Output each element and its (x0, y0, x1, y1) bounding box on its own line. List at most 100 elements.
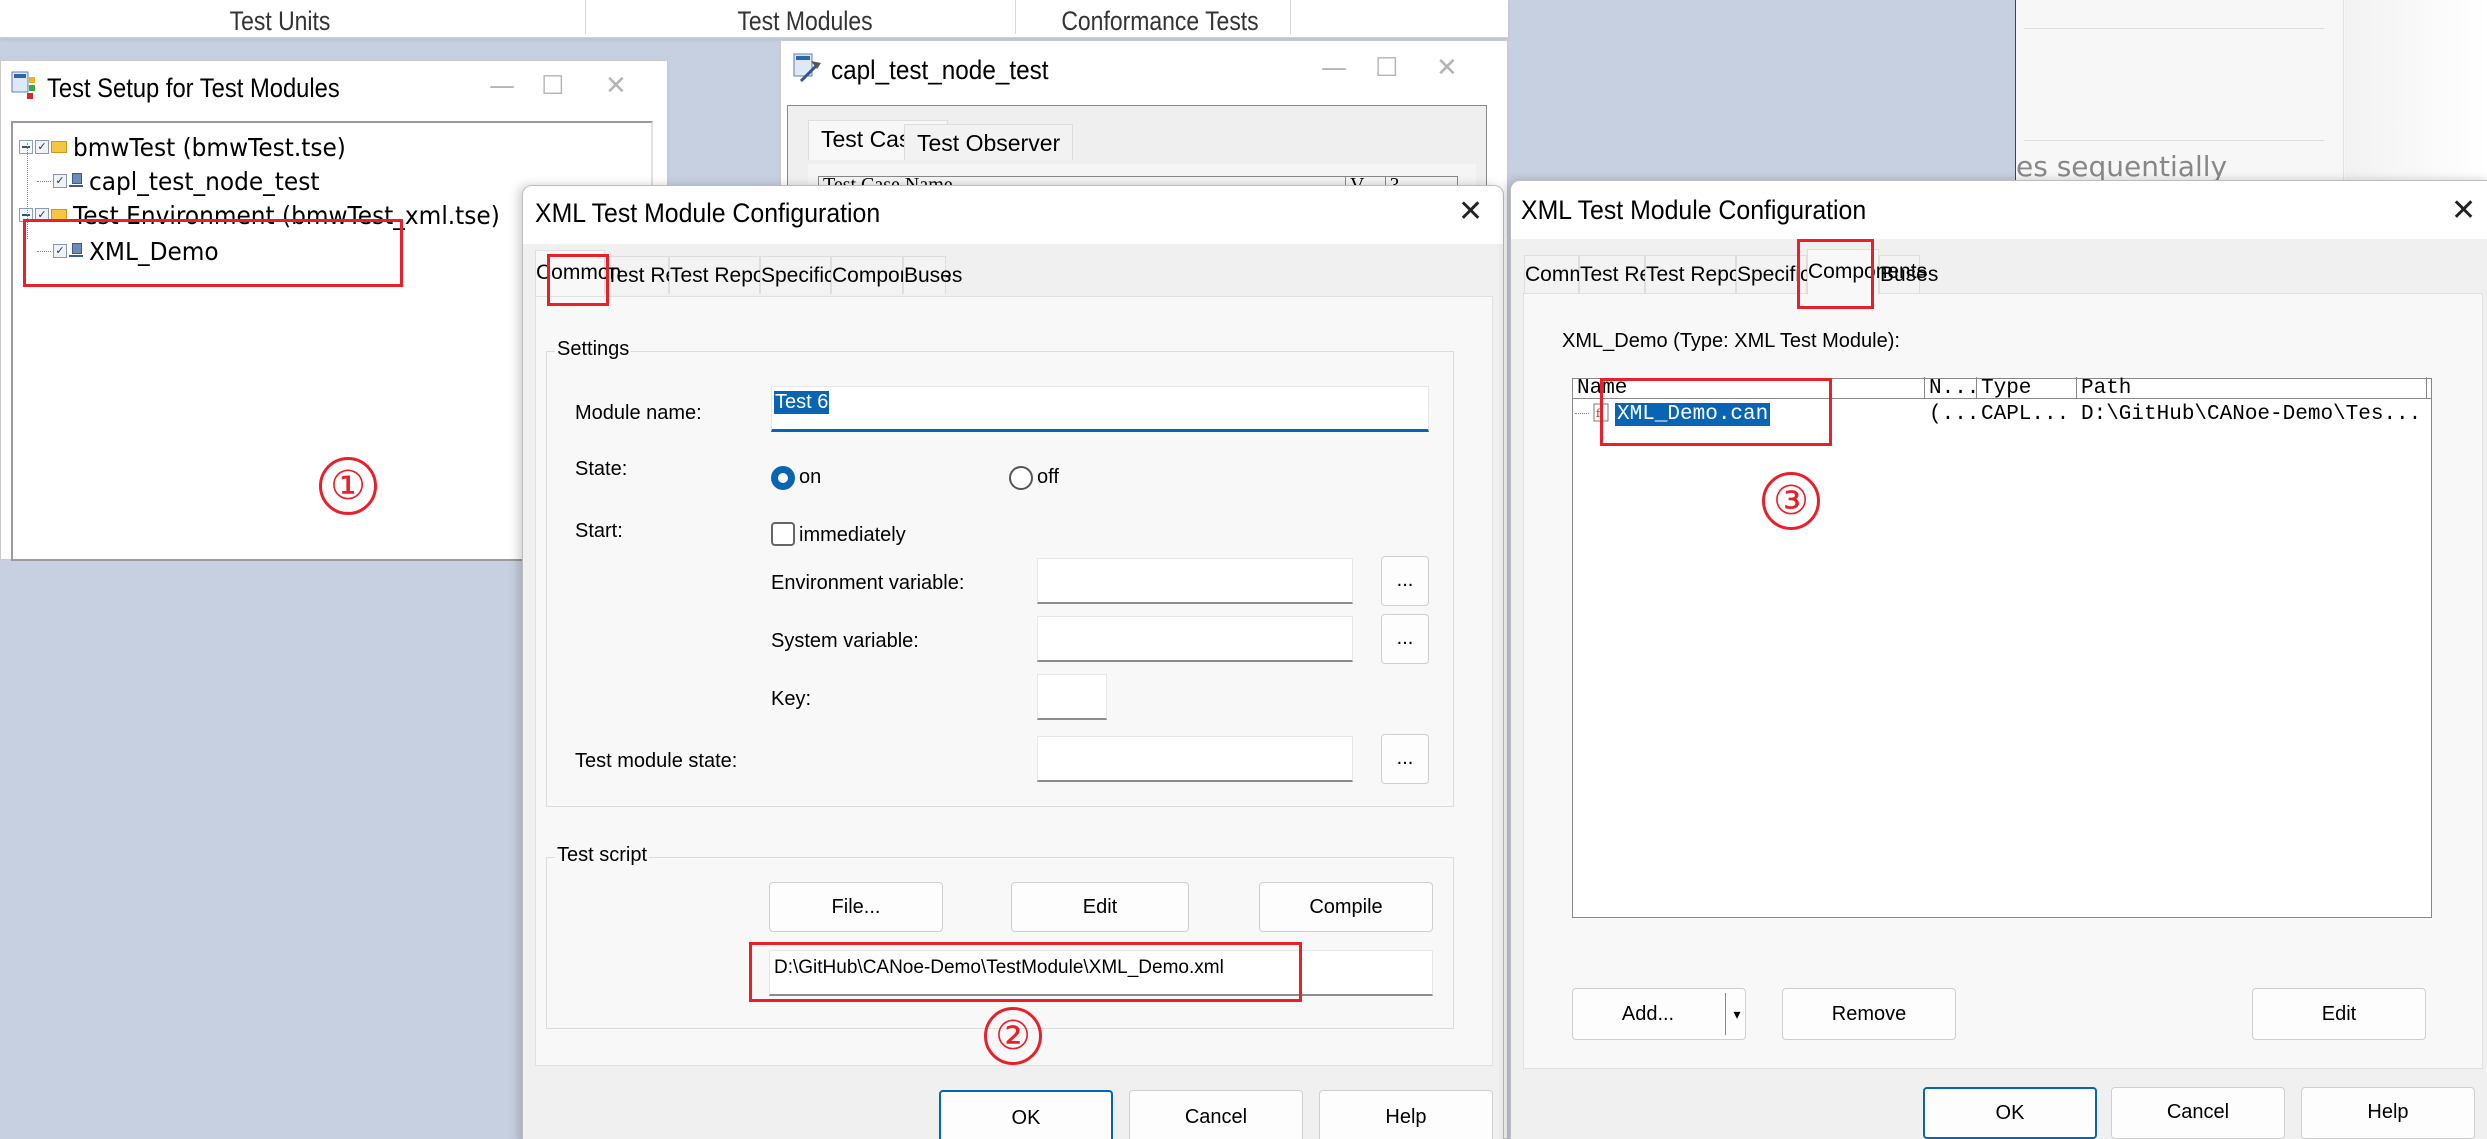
collapse-icon[interactable] (19, 208, 33, 222)
state-on-label: on (799, 466, 822, 488)
dialog-tabs: Common Test Report Test Report Filter Sp… (535, 250, 1495, 296)
cancel-button[interactable]: Cancel (1129, 1090, 1303, 1139)
tab-test-report-filter[interactable]: Test Report Filter (1645, 255, 1806, 293)
close-button[interactable]: ✕ (605, 71, 627, 101)
component-type: CAPL... (1981, 403, 2070, 426)
immediately-checkbox[interactable] (771, 522, 795, 546)
dropdown-arrow-icon[interactable]: ▾ (1729, 989, 1745, 1039)
tree-connector (37, 180, 51, 182)
module-name-value: Test 6 (774, 391, 830, 414)
tab-components[interactable]: Components (831, 256, 951, 294)
group-label: Settings (555, 338, 632, 361)
column-path[interactable]: Path (2077, 377, 2427, 399)
add-split-button[interactable]: Add... ▾ (1572, 988, 1746, 1040)
env-var-input[interactable] (1037, 558, 1353, 604)
column-name[interactable]: Name (1573, 377, 1925, 399)
checkbox-checked-icon[interactable]: ✓ (35, 140, 49, 154)
tab-test-report-filter[interactable]: Test Report Filter (669, 256, 830, 294)
sys-var-input[interactable] (1037, 616, 1353, 662)
env-var-browse-button[interactable]: ... (1381, 556, 1429, 606)
tab-test-units[interactable]: Test Units (153, 2, 408, 36)
maximize-button[interactable]: ☐ (541, 71, 564, 101)
module-state-input[interactable] (1037, 736, 1353, 782)
tab-test-report[interactable]: Test Report (1579, 255, 1687, 293)
tree-item-capl-test-node-test[interactable]: ✓ capl_test_node_test (37, 165, 337, 197)
state-label: State: (575, 458, 628, 480)
file-button[interactable]: File... (769, 882, 943, 932)
close-button[interactable]: ✕ (2451, 193, 2476, 228)
maximize-button[interactable]: ☐ (1375, 53, 1398, 83)
help-button[interactable]: Help (1319, 1090, 1493, 1139)
remove-button[interactable]: Remove (1782, 988, 1956, 1040)
ok-button[interactable]: OK (1923, 1087, 2097, 1139)
sys-var-browse-button[interactable]: ... (1381, 614, 1429, 664)
test-script-path: D:\GitHub\CANoe-Demo\TestModule\XML_Demo… (774, 957, 1224, 978)
column-n[interactable]: N... (1925, 377, 1977, 399)
key-input[interactable] (1037, 674, 1107, 720)
start-label: Start: (575, 520, 623, 542)
test-script-group: Test script File... Edit Compile D:\GitH… (546, 844, 1454, 1029)
edit-button[interactable]: Edit (1011, 882, 1189, 932)
checkbox-checked-icon[interactable]: ✓ (53, 174, 67, 188)
tab-divider (1015, 0, 1016, 34)
window-title: Test Setup for Test Modules (47, 73, 340, 103)
annotation-step-1: ① (319, 457, 377, 515)
edit-button[interactable]: Edit (2252, 988, 2426, 1040)
components-list[interactable]: Name N... Type Path f XML_Demo.can (... … (1572, 377, 2433, 918)
checkbox-checked-icon[interactable]: ✓ (35, 208, 49, 222)
test-script-path-input[interactable]: D:\GitHub\CANoe-Demo\TestModule\XML_Demo… (769, 950, 1433, 996)
module-state-browse-button[interactable]: ... (1381, 734, 1429, 784)
tab-components[interactable]: Components (1807, 249, 1927, 295)
tree-item-test-environment[interactable]: ✓ Test Environment (bmwTest_xml.tse) (19, 199, 532, 231)
module-state-label: Test module state: (575, 750, 738, 772)
test-module-icon (793, 53, 823, 83)
state-off-radio[interactable] (1009, 466, 1033, 490)
tree-item-bmwtest[interactable]: ✓ bmwTest (bmwTest.tse) (19, 131, 366, 163)
immediately-label: immediately (799, 524, 906, 546)
close-button[interactable]: ✕ (1458, 194, 1483, 229)
state-off-label: off (1037, 466, 1059, 488)
settings-group: Settings Module name: Test 6 State: on o… (546, 338, 1454, 807)
state-on-radio[interactable] (771, 466, 795, 490)
collapse-icon[interactable] (19, 140, 33, 154)
cancel-button[interactable]: Cancel (2111, 1087, 2285, 1139)
tree-item-label: XML_Demo (89, 236, 219, 266)
env-var-label: Environment variable: (771, 572, 965, 594)
help-button[interactable]: Help (2301, 1087, 2475, 1139)
components-list-header: Name N... Type Path (1573, 377, 2431, 399)
common-tab-panel: Settings Module name: Test 6 State: on o… (535, 296, 1493, 1066)
module-name-label: Module name: (575, 402, 702, 424)
tree-connector (37, 250, 51, 252)
tree-connector (27, 143, 28, 239)
window-title: capl_test_node_test (831, 55, 1049, 85)
key-label: Key: (771, 688, 812, 710)
tab-common[interactable]: Common (535, 250, 621, 296)
tree-connector (1575, 413, 1589, 414)
dialog-tabs: Common Test Report Test Report Filter Sp… (1524, 249, 2484, 295)
tab-conformance-tests[interactable]: Conformance Tests (1024, 2, 1296, 36)
column-type[interactable]: Type (1977, 377, 2077, 399)
tab-specification[interactable]: Specification (1736, 255, 1856, 293)
tree-item-xml-demo[interactable]: ✓ XML_Demo (37, 235, 228, 267)
components-list-row[interactable]: f XML_Demo.can (... CAPL... D:\GitHub\CA… (1573, 403, 2433, 429)
compile-button[interactable]: Compile (1259, 882, 1433, 932)
tab-common[interactable]: Common (1524, 255, 1610, 293)
ok-button[interactable]: OK (939, 1090, 1113, 1139)
add-button[interactable]: Add... (1573, 989, 1723, 1039)
tab-test-modules[interactable]: Test Modules (678, 2, 933, 36)
module-name-input[interactable]: Test 6 (771, 386, 1429, 432)
tab-test-observer[interactable]: Test Observer (904, 124, 1074, 160)
tab-buses[interactable]: Buses (903, 256, 962, 294)
minimize-button[interactable]: — (489, 71, 515, 101)
divider (2024, 28, 2324, 29)
minimize-button[interactable]: — (1321, 53, 1347, 83)
background-text: es sequentially (2016, 150, 2228, 183)
close-button[interactable]: ✕ (1436, 53, 1458, 83)
dialog-title: XML Test Module Configuration (1521, 195, 1867, 225)
divider (2024, 140, 2324, 141)
checkbox-checked-icon[interactable]: ✓ (53, 244, 67, 258)
dialog-title: XML Test Module Configuration (535, 198, 881, 228)
capl-file-icon: f (1593, 403, 1611, 423)
tab-specification[interactable]: Specification (760, 256, 880, 294)
component-path: D:\GitHub\CANoe-Demo\Tes... (2081, 403, 2422, 426)
